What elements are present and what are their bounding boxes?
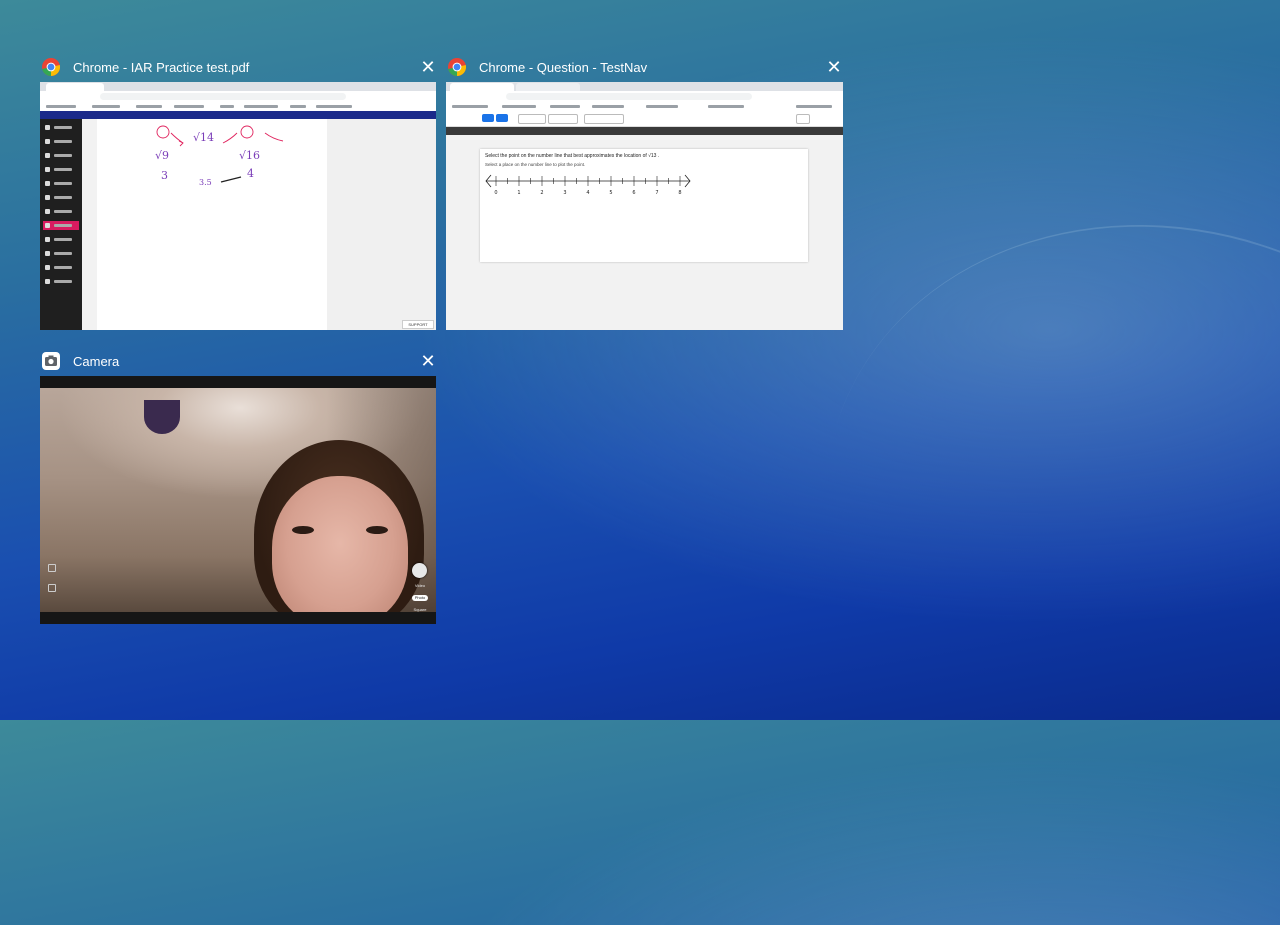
sidebar-item[interactable] bbox=[43, 179, 79, 188]
math-label: √16 bbox=[239, 149, 260, 162]
math-label: √14 bbox=[193, 131, 214, 144]
window-thumbnail[interactable]: Video Photo Square bbox=[40, 376, 436, 624]
number-line-label: 3 bbox=[563, 190, 566, 196]
number-line[interactable]: 0 1 2 3 4 5 6 7 8 bbox=[484, 173, 694, 197]
number-line-label: 7 bbox=[655, 190, 658, 196]
camera-bottom-bar bbox=[40, 612, 436, 624]
sidebar-item[interactable] bbox=[43, 123, 79, 132]
instruction-text: Select a place on the number line to plo… bbox=[485, 162, 586, 167]
browser-tab[interactable] bbox=[46, 83, 104, 91]
camera-top-bar bbox=[40, 376, 436, 388]
question-text: Select the point on the number line that… bbox=[485, 153, 660, 159]
mode-video[interactable]: Video bbox=[412, 583, 428, 589]
sidebar-item[interactable] bbox=[43, 249, 79, 258]
camera-icon bbox=[42, 352, 60, 370]
user-menu[interactable] bbox=[796, 114, 810, 124]
ceiling-light bbox=[144, 400, 180, 434]
sidebar-item[interactable] bbox=[43, 137, 79, 146]
testnav-status-bar bbox=[446, 127, 843, 135]
sidebar-item[interactable] bbox=[43, 193, 79, 202]
pdf-background bbox=[327, 119, 436, 330]
number-line-label: 2 bbox=[540, 190, 543, 196]
sidebar-item[interactable] bbox=[43, 263, 79, 272]
pdf-page[interactable]: √9 √14 √16 3 3.5 4 bbox=[97, 119, 327, 330]
person-eye bbox=[292, 526, 314, 534]
window-header: Camera ✕ bbox=[40, 347, 438, 375]
kami-toolbar bbox=[40, 111, 436, 119]
close-icon[interactable]: ✕ bbox=[824, 57, 844, 77]
math-label: √9 bbox=[155, 149, 169, 162]
sidebar-item[interactable] bbox=[43, 277, 79, 286]
sidebar-item[interactable] bbox=[43, 151, 79, 160]
sidebar-item-drawing[interactable] bbox=[43, 221, 79, 230]
close-icon[interactable]: ✕ bbox=[418, 351, 438, 371]
number-line-label: 6 bbox=[632, 190, 635, 196]
pdf-margin bbox=[82, 119, 97, 330]
window-thumbnail[interactable]: √9 √14 √16 3 3.5 4 SUPPORT bbox=[40, 82, 436, 330]
address-bar[interactable] bbox=[506, 93, 753, 100]
camera-settings-icon[interactable] bbox=[48, 564, 56, 572]
math-label: 3.5 bbox=[199, 178, 212, 187]
window-thumbnail[interactable]: Select the point on the number line that… bbox=[446, 82, 843, 330]
review-button[interactable] bbox=[518, 114, 546, 124]
sidebar-item[interactable] bbox=[43, 165, 79, 174]
close-icon[interactable]: ✕ bbox=[418, 57, 438, 77]
sidebar-item[interactable] bbox=[43, 207, 79, 216]
window-header: Chrome - Question - TestNav ✕ bbox=[446, 53, 844, 81]
number-line-label: 8 bbox=[678, 190, 681, 196]
gallery-icon[interactable] bbox=[48, 584, 56, 592]
math-label: 3 bbox=[161, 169, 168, 182]
chrome-icon bbox=[42, 58, 61, 77]
overview-window-camera[interactable]: Camera ✕ Video Photo Square bbox=[40, 347, 438, 627]
math-label: 4 bbox=[247, 167, 254, 180]
window-header: Chrome - IAR Practice test.pdf ✕ bbox=[40, 53, 438, 81]
person-face bbox=[272, 476, 408, 624]
next-button[interactable] bbox=[496, 114, 508, 122]
overview-window-pdf[interactable]: Chrome - IAR Practice test.pdf ✕ √9 √14 … bbox=[40, 53, 438, 333]
window-title: Chrome - IAR Practice test.pdf bbox=[73, 59, 250, 75]
browser-tab[interactable] bbox=[516, 83, 580, 91]
question-card: Select the point on the number line that… bbox=[480, 149, 808, 262]
testnav-toolbar bbox=[446, 111, 843, 127]
number-line-label: 1 bbox=[517, 190, 520, 196]
handwritten-math: √9 √14 √16 3 3.5 4 bbox=[155, 125, 284, 187]
shutter-button[interactable] bbox=[412, 563, 427, 578]
chrome-icon bbox=[448, 58, 467, 77]
kami-sidebar bbox=[40, 119, 82, 330]
back-button[interactable] bbox=[482, 114, 494, 122]
tools-button[interactable] bbox=[584, 114, 624, 124]
window-title: Chrome - Question - TestNav bbox=[479, 59, 648, 75]
overview-window-testnav[interactable]: Chrome - Question - TestNav ✕ Select the… bbox=[446, 53, 844, 333]
browser-tab-strip bbox=[40, 82, 436, 91]
number-line-label: 4 bbox=[586, 190, 589, 196]
mode-square[interactable]: Square bbox=[412, 607, 428, 613]
address-bar[interactable] bbox=[100, 93, 346, 100]
support-button[interactable]: SUPPORT bbox=[402, 320, 434, 329]
bookmark-button[interactable] bbox=[548, 114, 578, 124]
browser-tab[interactable] bbox=[450, 83, 514, 91]
number-line-label: 0 bbox=[494, 190, 497, 196]
number-line-label: 5 bbox=[609, 190, 612, 196]
person-eye bbox=[366, 526, 388, 534]
mode-photo[interactable]: Photo bbox=[412, 595, 428, 601]
sidebar-item[interactable] bbox=[43, 235, 79, 244]
browser-tab-strip bbox=[446, 82, 843, 91]
camera-preview bbox=[40, 388, 436, 624]
window-title: Camera bbox=[73, 353, 120, 369]
